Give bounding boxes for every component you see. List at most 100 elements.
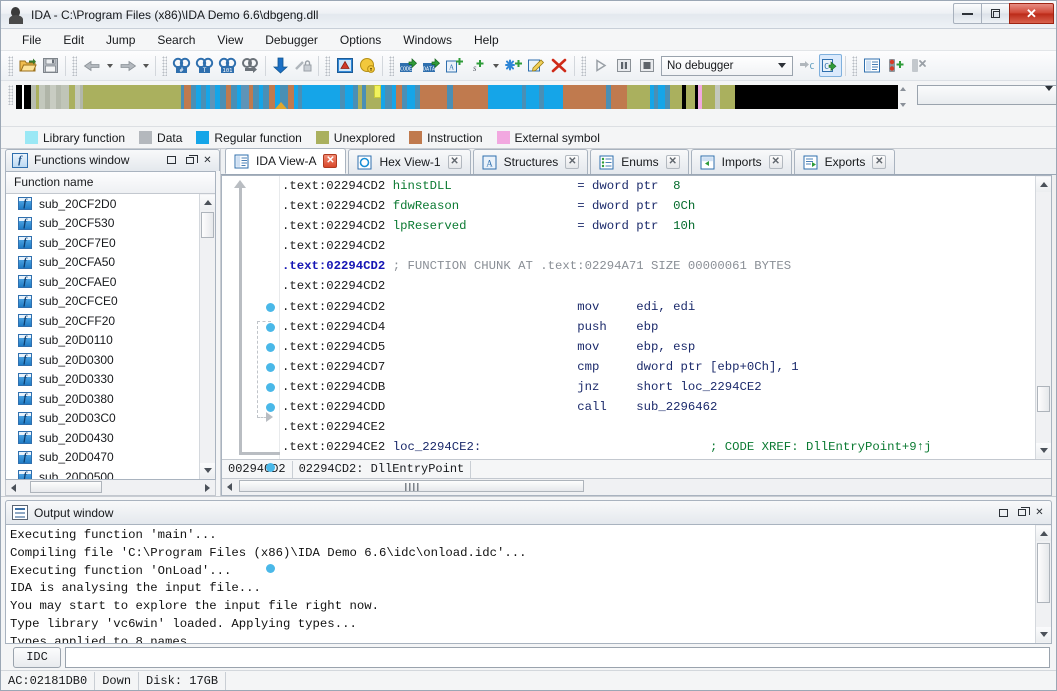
output-maximize-button[interactable] bbox=[996, 506, 1011, 520]
forward-dropdown-icon[interactable] bbox=[139, 54, 152, 77]
make-data-icon[interactable]: DATA bbox=[420, 54, 443, 77]
stop-icon[interactable] bbox=[635, 54, 658, 77]
tab-close-icon[interactable]: ✕ bbox=[448, 155, 462, 169]
disassembly-line[interactable]: .text:02294CD2 bbox=[282, 236, 1035, 256]
disassembly-line[interactable]: .text:02294CDD call sub_2296462 bbox=[282, 397, 1035, 417]
scroll-up-icon[interactable] bbox=[1036, 526, 1051, 541]
tab-structures[interactable]: A Structures ✕ bbox=[473, 149, 589, 174]
function-list-item[interactable]: fsub_20CFCE0 bbox=[6, 291, 199, 311]
function-list-item[interactable]: fsub_20D0430 bbox=[6, 428, 199, 448]
graph-view-icon[interactable] bbox=[333, 54, 356, 77]
scroll-down-icon[interactable] bbox=[1036, 443, 1051, 458]
scrollbar-thumb[interactable] bbox=[239, 480, 584, 492]
jump-lock-icon[interactable] bbox=[292, 54, 315, 77]
navigator-cursor[interactable] bbox=[374, 85, 381, 98]
forward-arrow-icon[interactable] bbox=[116, 54, 139, 77]
menu-jump[interactable]: Jump bbox=[95, 31, 146, 49]
function-list-item[interactable]: fsub_20CF7E0 bbox=[6, 233, 199, 253]
function-list-item[interactable]: fsub_20CFF20 bbox=[6, 311, 199, 331]
scroll-right-icon[interactable] bbox=[200, 481, 215, 495]
delete-breakpoint-icon[interactable] bbox=[906, 54, 929, 77]
disassembly-vertical-scrollbar[interactable] bbox=[1035, 176, 1051, 459]
function-list-item[interactable]: fsub_20D0380 bbox=[6, 389, 199, 409]
run-icon[interactable] bbox=[589, 54, 612, 77]
disassembly-line[interactable]: .text:02294CE2 pop ebp bbox=[282, 457, 1035, 459]
toolbar-grip[interactable] bbox=[8, 56, 13, 76]
function-list-item[interactable]: fsub_20D0330 bbox=[6, 369, 199, 389]
toolbar-grip-search[interactable] bbox=[162, 56, 167, 76]
tab-hex-view-1[interactable]: Hex View-1 ✕ bbox=[348, 149, 470, 174]
navigator-band[interactable] bbox=[16, 85, 898, 109]
disassembly-line[interactable]: .text:02294CD5 mov ebp, esp bbox=[282, 337, 1035, 357]
function-list-item[interactable]: fsub_20D0300 bbox=[6, 350, 199, 370]
pause-icon[interactable] bbox=[612, 54, 635, 77]
output-log[interactable]: Executing function 'main'...Compiling fi… bbox=[6, 525, 1035, 643]
step-over-c-icon[interactable]: C bbox=[819, 54, 842, 77]
disassembly-line[interactable]: .text:02294CD2 lpReserved = dword ptr 10… bbox=[282, 216, 1035, 236]
save-file-icon[interactable] bbox=[39, 54, 62, 77]
scroll-down-icon[interactable] bbox=[1036, 627, 1051, 642]
scroll-up-icon[interactable] bbox=[1036, 177, 1051, 192]
tab-close-icon[interactable]: ✕ bbox=[872, 155, 886, 169]
idc-input[interactable] bbox=[65, 647, 1050, 668]
breakpoint-list-icon[interactable] bbox=[860, 54, 883, 77]
toolbar-grip-nav[interactable] bbox=[72, 56, 77, 76]
output-vertical-scrollbar[interactable] bbox=[1035, 525, 1051, 643]
functions-restore-button[interactable] bbox=[182, 153, 197, 167]
delete-function-icon[interactable] bbox=[548, 54, 571, 77]
disassembly-line[interactable]: .text:02294CD2 bbox=[282, 276, 1035, 296]
idc-button[interactable]: IDC bbox=[13, 647, 61, 668]
function-list-item[interactable]: fsub_20D03C0 bbox=[6, 408, 199, 428]
function-list-item[interactable]: fsub_20D0500 bbox=[6, 467, 199, 479]
scrollbar-thumb[interactable] bbox=[1037, 543, 1050, 603]
menu-options[interactable]: Options bbox=[329, 31, 392, 49]
function-list-item[interactable]: fsub_20CFAE0 bbox=[6, 272, 199, 292]
make-struct-icon[interactable]: s bbox=[466, 54, 489, 77]
edit-function-icon[interactable] bbox=[525, 54, 548, 77]
minimize-button[interactable] bbox=[953, 3, 982, 24]
back-arrow-icon[interactable] bbox=[80, 54, 103, 77]
disassembly-line[interactable]: .text:02294CD2 fdwReason = dword ptr 0Ch bbox=[282, 196, 1035, 216]
functions-column-header[interactable]: Function name bbox=[6, 172, 215, 194]
open-file-icon[interactable] bbox=[16, 54, 39, 77]
disassembly-line[interactable]: .text:02294CD2 mov edi, edi bbox=[282, 297, 1035, 317]
output-close-button[interactable]: ✕ bbox=[1032, 506, 1047, 520]
menu-help[interactable]: Help bbox=[463, 31, 510, 49]
tab-close-icon[interactable]: ✕ bbox=[565, 155, 579, 169]
scrollbar-thumb[interactable] bbox=[201, 212, 214, 238]
output-restore-button[interactable] bbox=[1014, 506, 1029, 520]
disassembly-line[interactable]: .text:02294CD2 hinstDLL = dword ptr 8 bbox=[282, 176, 1035, 196]
disassembly-line[interactable]: .text:02294CE2 loc_2294CE2: ; CODE XREF:… bbox=[282, 437, 1035, 457]
toolbar-grip-edit[interactable] bbox=[389, 56, 394, 76]
tab-exports[interactable]: Exports ✕ bbox=[794, 149, 896, 174]
functions-horizontal-scrollbar[interactable] bbox=[5, 480, 216, 496]
proximity-view-icon[interactable] bbox=[356, 54, 379, 77]
function-list-item[interactable]: fsub_20CF530 bbox=[6, 213, 199, 233]
disassembly-line[interactable]: .text:02294CDB jnz short loc_2294CE2 bbox=[282, 377, 1035, 397]
scrollbar-thumb[interactable] bbox=[30, 481, 102, 493]
scrollbar-thumb[interactable] bbox=[1037, 386, 1050, 412]
create-function-icon[interactable] bbox=[502, 54, 525, 77]
scroll-up-icon[interactable] bbox=[200, 195, 215, 210]
toolbar-grip-bp[interactable] bbox=[852, 56, 857, 76]
tab-ida-view-a[interactable]: IDA View-A ✕ bbox=[225, 148, 346, 174]
tab-enums[interactable]: Enums ✕ bbox=[590, 149, 688, 174]
menu-search[interactable]: Search bbox=[146, 31, 206, 49]
function-list-item[interactable]: fsub_20D0470 bbox=[6, 447, 199, 467]
tab-close-icon[interactable]: ✕ bbox=[323, 154, 337, 168]
step-into-c-icon[interactable]: C bbox=[796, 54, 819, 77]
disassembly-listing[interactable]: .text:02294CD2 hinstDLL = dword ptr 8.te… bbox=[280, 176, 1035, 459]
make-struct-dropdown-icon[interactable] bbox=[489, 54, 502, 77]
tab-imports[interactable]: Imports ✕ bbox=[691, 149, 792, 174]
menu-view[interactable]: View bbox=[206, 31, 254, 49]
debugger-select[interactable]: No debugger bbox=[661, 56, 793, 76]
tab-close-icon[interactable]: ✕ bbox=[769, 155, 783, 169]
jump-down-icon[interactable] bbox=[269, 54, 292, 77]
disassembly-line[interactable]: .text:02294CD7 cmp dword ptr [ebp+0Ch], … bbox=[282, 357, 1035, 377]
make-code-icon[interactable]: CODE bbox=[397, 54, 420, 77]
search-binary-icon[interactable]: 101 bbox=[216, 54, 239, 77]
maximize-button[interactable] bbox=[981, 3, 1010, 24]
toolbar-grip-graph[interactable] bbox=[325, 56, 330, 76]
disassembly-line[interactable]: .text:02294CE2 bbox=[282, 417, 1035, 437]
toolbar-grip-debug[interactable] bbox=[581, 56, 586, 76]
